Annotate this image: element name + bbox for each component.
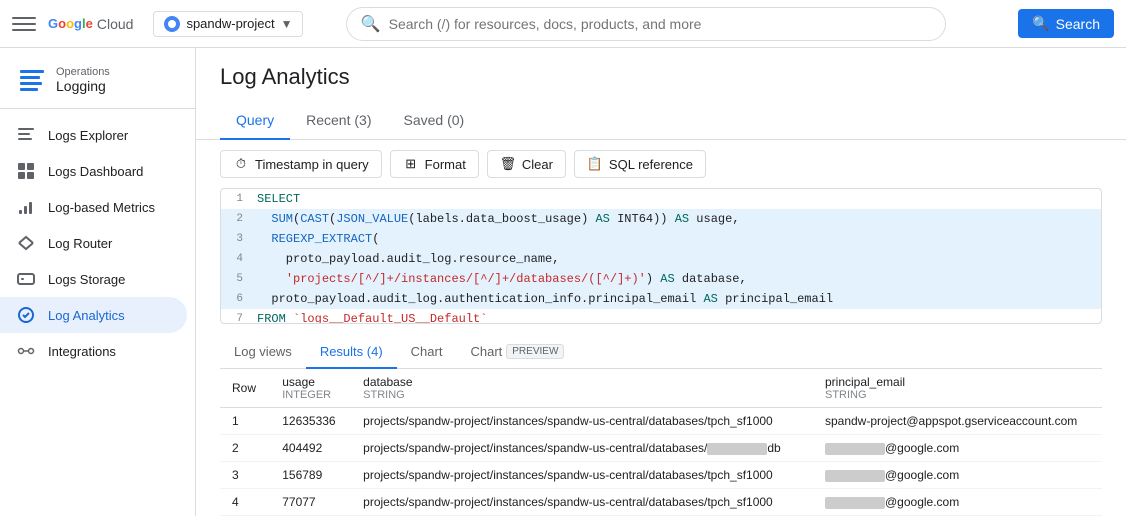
row-usage: 156789	[270, 462, 351, 489]
code-line-2: 2 SUM(CAST(JSON_VALUE(labels.data_boost_…	[221, 209, 1101, 229]
project-icon	[164, 16, 180, 32]
google-cloud-logo[interactable]: Google Cloud	[48, 16, 133, 32]
integrations-icon	[16, 341, 36, 361]
row-database: projects/spandw-project/instances/spandw…	[351, 408, 813, 435]
tab-recent[interactable]: Recent (3)	[290, 102, 387, 140]
results-section: Log views Results (4) Chart Chart PREVIE…	[196, 324, 1126, 516]
sidebar-item-log-analytics[interactable]: Log Analytics	[0, 297, 187, 333]
row-database: projects/spandw-project/instances/spandw…	[351, 489, 813, 516]
brand-title: Logging	[56, 78, 110, 94]
topbar: Google Cloud spandw-project ▼ 🔍 🔍 Search	[0, 0, 1126, 48]
blurred-email-segment	[825, 470, 885, 482]
table-row: 4 77077 projects/spandw-project/instance…	[220, 489, 1102, 516]
result-tab-results[interactable]: Results (4)	[306, 336, 397, 369]
code-line-6: 6 proto_payload.audit_log.authentication…	[221, 289, 1101, 309]
logging-icon	[16, 64, 48, 96]
row-usage: 77077	[270, 489, 351, 516]
clear-icon: 🗑	[500, 156, 516, 172]
results-table-wrapper: Row usage INTEGER database STRING princi…	[220, 369, 1102, 516]
logs-explorer-icon	[16, 125, 36, 145]
logs-dashboard-icon	[16, 161, 36, 181]
row-usage: 404492	[270, 435, 351, 462]
content-area: Log Analytics Query Recent (3) Saved (0)…	[196, 48, 1126, 516]
tab-query[interactable]: Query	[220, 102, 290, 140]
main-layout: Operations Logging Logs Explorer	[0, 48, 1126, 516]
clock-icon: ⏱	[233, 156, 249, 172]
sidebar-item-logs-dashboard[interactable]: Logs Dashboard	[0, 153, 187, 189]
row-email: @google.com	[813, 489, 1102, 516]
project-name: spandw-project	[186, 16, 274, 31]
row-email: @google.com	[813, 435, 1102, 462]
result-tab-log-views[interactable]: Log views	[220, 336, 306, 369]
row-usage: 12635336	[270, 408, 351, 435]
results-table: Row usage INTEGER database STRING princi…	[220, 369, 1102, 516]
search-input[interactable]	[389, 16, 931, 32]
row-database: projects/spandw-project/instances/spandw…	[351, 435, 813, 462]
row-email: spandw-project@appspot.gserviceaccount.c…	[813, 408, 1102, 435]
row-num: 2	[220, 435, 270, 462]
sql-reference-button[interactable]: 📋 SQL reference	[574, 150, 706, 178]
search-icon: 🔍	[361, 14, 381, 34]
log-metrics-icon	[16, 197, 36, 217]
sidebar-item-logs-explorer[interactable]: Logs Explorer	[0, 117, 187, 153]
logs-storage-icon	[16, 269, 36, 289]
sidebar-item-logs-storage[interactable]: Logs Storage	[0, 261, 187, 297]
search-button[interactable]: 🔍 Search	[1018, 9, 1114, 38]
row-email: @google.com	[813, 462, 1102, 489]
col-header-row: Row	[220, 369, 270, 408]
sidebar-brand: Operations Logging	[0, 56, 195, 109]
code-line-7: 7 FROM `logs__Default_US__Default`	[221, 309, 1101, 324]
sql-icon: 📋	[587, 156, 603, 172]
project-selector[interactable]: spandw-project ▼	[153, 11, 303, 37]
code-line-4: 4 proto_payload.audit_log.resource_name,	[221, 249, 1101, 269]
blurred-email-segment	[825, 443, 885, 455]
blurred-db-segment	[707, 443, 767, 455]
clear-button[interactable]: 🗑 Clear	[487, 150, 566, 178]
col-header-usage: usage INTEGER	[270, 369, 351, 408]
code-line-3: 3 REGEXP_EXTRACT(	[221, 229, 1101, 249]
table-row: 2 404492 projects/spandw-project/instanc…	[220, 435, 1102, 462]
cloud-text: Cloud	[97, 16, 134, 32]
timestamp-button[interactable]: ⏱ Timestamp in query	[220, 150, 382, 178]
row-num: 1	[220, 408, 270, 435]
menu-icon[interactable]	[12, 12, 36, 36]
col-header-email: principal_email STRING	[813, 369, 1102, 408]
blurred-email-segment	[825, 497, 885, 509]
page-tabs: Query Recent (3) Saved (0)	[196, 102, 1126, 140]
chevron-down-icon: ▼	[281, 17, 293, 31]
sidebar: Operations Logging Logs Explorer	[0, 48, 196, 516]
row-database: projects/spandw-project/instances/spandw…	[351, 462, 813, 489]
sidebar-item-log-router[interactable]: Log Router	[0, 225, 187, 261]
brand-section: Operations	[56, 66, 110, 78]
table-row: 1 12635336 projects/spandw-project/insta…	[220, 408, 1102, 435]
table-header-row: Row usage INTEGER database STRING princi…	[220, 369, 1102, 408]
format-button[interactable]: ⊞ Format	[390, 150, 479, 178]
sidebar-item-log-based-metrics[interactable]: Log-based Metrics	[0, 189, 187, 225]
search-btn-icon: 🔍	[1032, 15, 1049, 32]
row-num: 3	[220, 462, 270, 489]
google-wordmark: Google	[48, 16, 93, 31]
format-icon: ⊞	[403, 156, 419, 172]
page-title: Log Analytics	[220, 64, 1102, 90]
result-tab-chart[interactable]: Chart	[397, 336, 457, 369]
log-analytics-icon	[16, 305, 36, 325]
result-tab-preview[interactable]: Chart PREVIEW	[456, 336, 578, 369]
log-router-icon	[16, 233, 36, 253]
results-tabs: Log views Results (4) Chart Chart PREVIE…	[220, 336, 1102, 369]
code-line-1: 1 SELECT	[221, 189, 1101, 209]
code-editor[interactable]: 1 SELECT 2 SUM(CAST(JSON_VALUE(labels.da…	[220, 188, 1102, 324]
query-toolbar: ⏱ Timestamp in query ⊞ Format 🗑 Clear 📋 …	[196, 140, 1126, 188]
row-num: 4	[220, 489, 270, 516]
sidebar-item-integrations[interactable]: Integrations	[0, 333, 187, 369]
code-line-5: 5 'projects/[^/]+/instances/[^/]+/databa…	[221, 269, 1101, 289]
table-row: 3 156789 projects/spandw-project/instanc…	[220, 462, 1102, 489]
search-bar: 🔍	[346, 7, 946, 41]
col-header-database: database STRING	[351, 369, 813, 408]
content-header: Log Analytics	[196, 48, 1126, 102]
tab-saved[interactable]: Saved (0)	[387, 102, 480, 140]
